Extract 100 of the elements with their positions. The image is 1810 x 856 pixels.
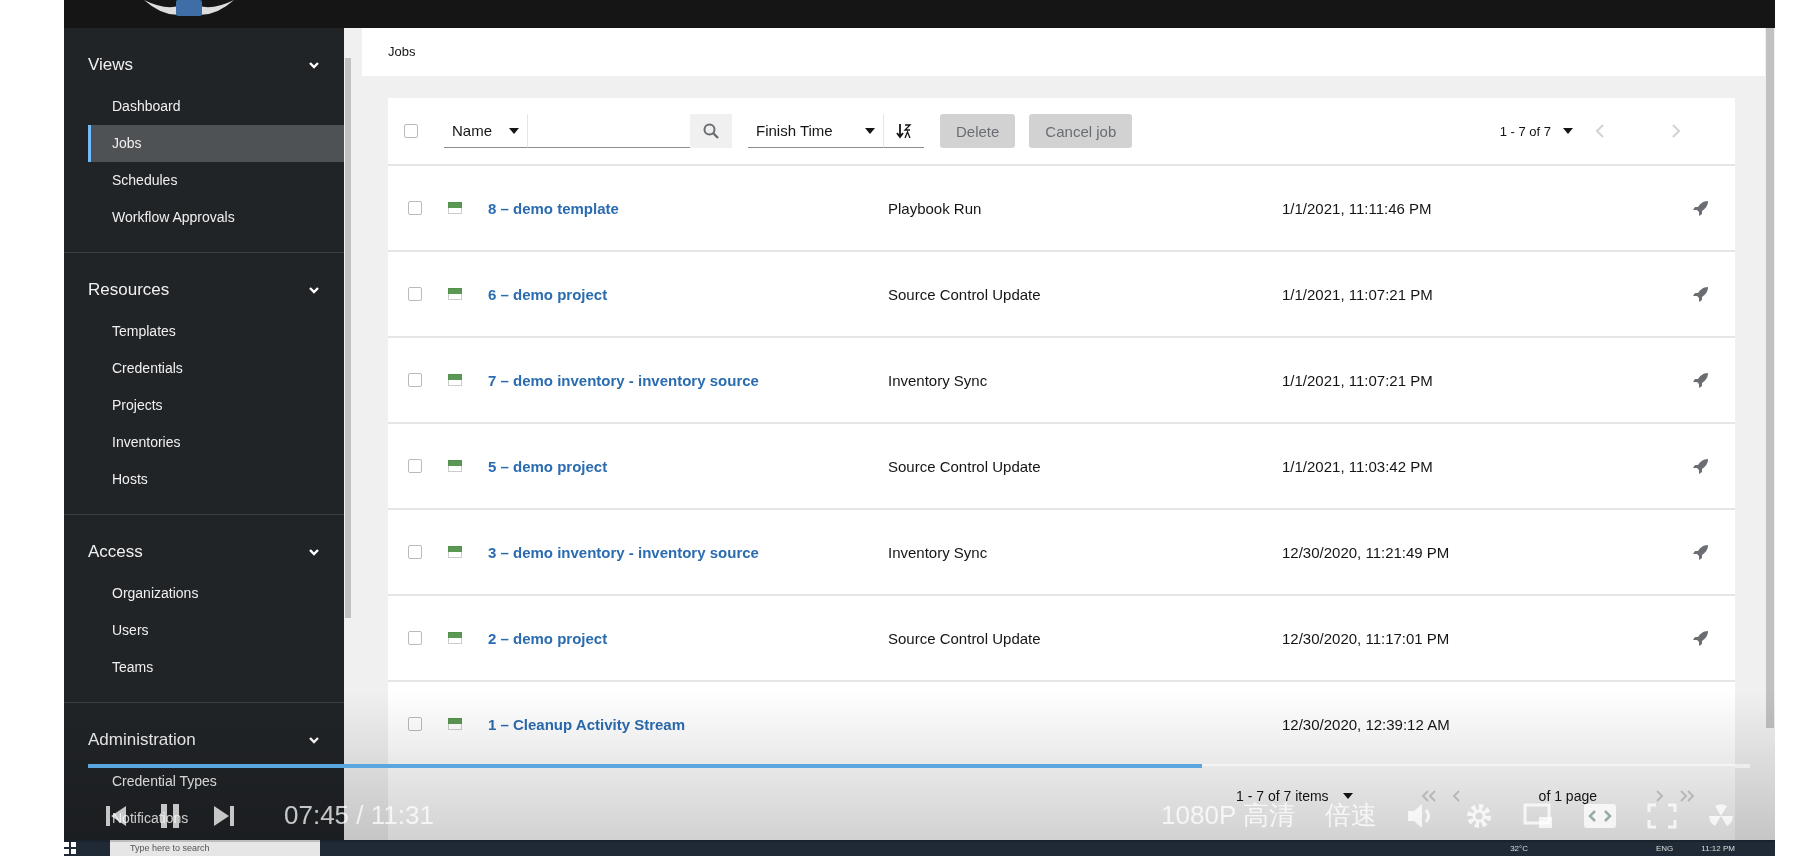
sort-field-dropdown[interactable]: Finish Time bbox=[748, 114, 884, 148]
status-icon bbox=[448, 374, 462, 386]
breadcrumb: Jobs bbox=[388, 44, 416, 59]
job-row[interactable]: 5 – demo project Source Control Update 1/1/2021, 11:03:42 PM bbox=[388, 424, 1735, 510]
windows-start-icon[interactable] bbox=[64, 842, 76, 854]
status-icon bbox=[448, 288, 462, 300]
chevron-icon[interactable] bbox=[308, 284, 320, 296]
weather-text: 32°C bbox=[1510, 843, 1528, 853]
nav-item[interactable]: Projects bbox=[88, 387, 344, 424]
chevron-icon[interactable] bbox=[308, 546, 320, 558]
last-page-icon[interactable] bbox=[1679, 790, 1695, 802]
nav-group-title: Administration bbox=[88, 730, 196, 750]
row-checkbox[interactable] bbox=[408, 545, 422, 559]
nav-item[interactable]: Jobs bbox=[88, 125, 344, 162]
pagination-range[interactable]: 1 - 7 of 7 bbox=[1499, 123, 1551, 139]
job-link[interactable]: 6 – demo project bbox=[488, 285, 888, 303]
search-icon bbox=[703, 123, 719, 139]
taskbar-search-field[interactable]: Type here to search bbox=[110, 840, 320, 856]
job-link[interactable]: 8 – demo template bbox=[488, 199, 888, 217]
job-type: Inventory Sync bbox=[888, 543, 988, 561]
rocket-icon[interactable] bbox=[1693, 372, 1709, 388]
job-link[interactable]: 5 – demo project bbox=[488, 457, 888, 475]
chevron-icon[interactable] bbox=[308, 59, 320, 71]
nav-item[interactable]: Templates bbox=[88, 313, 344, 350]
status-icon bbox=[448, 202, 462, 214]
nav-item[interactable]: Organizations bbox=[88, 575, 344, 612]
taskbar-clock[interactable]: 11:12 PM bbox=[1701, 843, 1735, 853]
job-type: Source Control Update bbox=[888, 285, 1041, 303]
finish-time: 1/1/2021, 11:03:42 PM bbox=[1282, 457, 1433, 475]
status-icon bbox=[448, 546, 462, 558]
row-checkbox[interactable] bbox=[408, 373, 422, 387]
video-progress-track[interactable] bbox=[88, 764, 1750, 768]
job-type: Source Control Update bbox=[888, 629, 1041, 647]
nav-group-header[interactable]: Resources bbox=[88, 267, 320, 313]
rocket-icon[interactable] bbox=[1693, 458, 1709, 474]
finish-time: 12/30/2020, 11:17:01 PM bbox=[1282, 629, 1450, 647]
rocket-icon[interactable] bbox=[1693, 286, 1709, 302]
nav-item[interactable]: Credentials bbox=[88, 350, 344, 387]
nav-group-header[interactable]: Access bbox=[88, 529, 320, 575]
page-count: of 1 page bbox=[1538, 788, 1597, 804]
search-field-dropdown[interactable]: Name bbox=[444, 114, 528, 148]
first-page-icon[interactable] bbox=[1420, 790, 1437, 802]
next-video-icon[interactable] bbox=[212, 803, 236, 828]
nav-item[interactable]: Schedules bbox=[88, 162, 344, 199]
picture-in-picture-icon[interactable] bbox=[1523, 802, 1553, 829]
row-checkbox[interactable] bbox=[408, 201, 422, 215]
row-checkbox[interactable] bbox=[408, 631, 422, 645]
row-checkbox[interactable] bbox=[408, 287, 422, 301]
scrollbar-thumb[interactable] bbox=[1766, 28, 1774, 728]
nav-item[interactable]: Hosts bbox=[88, 461, 344, 498]
status-icon bbox=[448, 632, 462, 644]
rocket-icon[interactable] bbox=[1693, 630, 1709, 646]
settings-icon[interactable] bbox=[1465, 801, 1493, 830]
rocket-icon[interactable] bbox=[1693, 200, 1709, 216]
caret-icon bbox=[509, 127, 519, 134]
finish-time: 1/1/2021, 11:11:46 PM bbox=[1282, 199, 1432, 217]
row-checkbox[interactable] bbox=[408, 717, 422, 731]
job-row[interactable]: 3 – demo inventory - inventory source Inventory Sync 12/30/2020, 11:21:49 PM bbox=[388, 510, 1735, 596]
job-row[interactable]: 7 – demo inventory - inventory source Inventory Sync 1/1/2021, 11:07:21 PM bbox=[388, 338, 1735, 424]
nav-item[interactable]: Credential Types bbox=[88, 763, 344, 800]
nav-item[interactable]: Inventories bbox=[88, 424, 344, 461]
job-link[interactable]: 3 – demo inventory - inventory source bbox=[488, 543, 888, 561]
job-row[interactable]: 6 – demo project Source Control Update 1/1/2021, 11:07:21 PM bbox=[388, 252, 1735, 338]
nav-item[interactable]: Dashboard bbox=[88, 88, 344, 125]
nav-item[interactable]: Users bbox=[88, 612, 344, 649]
finish-time: 12/30/2020, 11:21:49 PM bbox=[1282, 543, 1450, 561]
next-page-icon[interactable] bbox=[1655, 790, 1665, 802]
select-all-checkbox[interactable] bbox=[404, 124, 418, 138]
nav-group-title: Resources bbox=[88, 280, 170, 300]
chevron-icon[interactable] bbox=[308, 734, 320, 746]
language-indicator[interactable]: ENG bbox=[1656, 843, 1674, 853]
job-type: Source Control Update bbox=[888, 457, 1041, 475]
caret-icon bbox=[1563, 128, 1573, 134]
items-count[interactable]: 1 - 7 of 7 items bbox=[1236, 788, 1329, 804]
job-row[interactable]: 2 – demo project Source Control Update 12/30/2020, 11:17:01 PM bbox=[388, 596, 1735, 682]
nav-group-header[interactable]: Administration bbox=[88, 717, 320, 763]
finish-time: 1/1/2021, 11:07:21 PM bbox=[1282, 371, 1433, 389]
previous-page-icon[interactable] bbox=[1450, 790, 1461, 802]
nav-item[interactable]: Workflow Approvals bbox=[88, 199, 344, 236]
widescreen-icon[interactable] bbox=[1583, 802, 1617, 829]
nav-group-title: Access bbox=[88, 542, 143, 562]
nav-group-title: Views bbox=[88, 55, 134, 75]
finish-time: 1/1/2021, 11:07:21 PM bbox=[1282, 285, 1433, 303]
job-link[interactable]: 1 – Cleanup Activity Stream bbox=[488, 715, 888, 733]
row-checkbox[interactable] bbox=[408, 459, 422, 473]
rocket-icon[interactable] bbox=[1693, 544, 1709, 560]
scrollbar-thumb[interactable] bbox=[345, 58, 351, 618]
job-row[interactable]: 8 – demo template Playbook Run 1/1/2021, 11:11:46 PM bbox=[388, 166, 1735, 252]
caret-icon bbox=[1342, 793, 1353, 799]
nav-group-header[interactable]: Views bbox=[88, 42, 320, 88]
job-type: Inventory Sync bbox=[888, 371, 988, 389]
status-icon bbox=[448, 460, 462, 472]
finish-time: 12/30/2020, 12:39:12 AM bbox=[1282, 715, 1450, 733]
status-icon bbox=[448, 718, 462, 730]
fullscreen-icon[interactable] bbox=[1647, 802, 1677, 829]
job-link[interactable]: 2 – demo project bbox=[488, 629, 888, 647]
caret-icon bbox=[865, 127, 875, 134]
nav-item[interactable]: Teams bbox=[88, 649, 344, 686]
search-button[interactable] bbox=[690, 114, 732, 148]
job-link[interactable]: 7 – demo inventory - inventory source bbox=[488, 371, 888, 389]
